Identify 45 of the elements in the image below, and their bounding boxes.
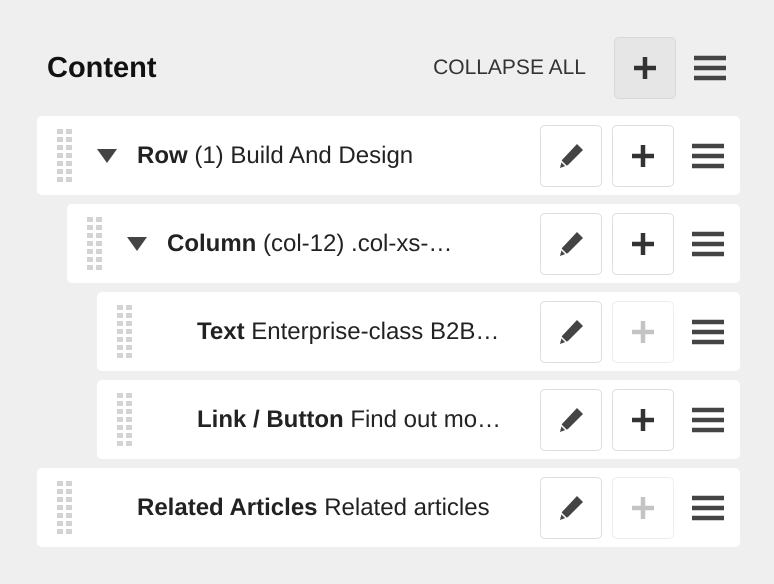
- edit-button[interactable]: [540, 300, 602, 362]
- caret-icon[interactable]: [97, 148, 117, 162]
- add-button[interactable]: [614, 37, 676, 99]
- collapse-all-link[interactable]: COLLAPSE ALL: [433, 56, 586, 80]
- edit-button[interactable]: [540, 388, 602, 450]
- menu-icon: [692, 230, 724, 256]
- edit-button[interactable]: [540, 212, 602, 274]
- drag-handle-icon[interactable]: [57, 128, 73, 184]
- item-label: Related Articles Related articles: [137, 494, 491, 522]
- pencil-icon: [557, 318, 585, 346]
- plus-icon: [630, 142, 656, 168]
- add-button[interactable]: [612, 212, 674, 274]
- tree-row[interactable]: Text Enterprise-class B2B…: [97, 292, 740, 371]
- add-button[interactable]: [612, 124, 674, 186]
- item-label: Column (col-12) .col-xs-…: [167, 230, 454, 258]
- plus-icon: [630, 494, 656, 520]
- menu-icon: [692, 318, 724, 344]
- item-label: Row (1) Build And Design: [137, 142, 414, 170]
- plus-icon: [630, 230, 656, 256]
- plus-icon: [630, 406, 656, 432]
- plus-icon: [632, 55, 658, 81]
- edit-button[interactable]: [540, 124, 602, 186]
- pencil-icon: [557, 406, 585, 434]
- drag-handle-icon[interactable]: [117, 392, 133, 448]
- menu-icon: [694, 55, 726, 81]
- edit-button[interactable]: [540, 476, 602, 538]
- drag-handle-icon[interactable]: [57, 480, 73, 536]
- add-button[interactable]: [612, 388, 674, 450]
- drag-handle-icon[interactable]: [87, 216, 103, 272]
- tree-row[interactable]: Link / Button Find out mo…: [97, 380, 740, 459]
- item-label: Link / Button Find out mo…: [197, 406, 502, 434]
- tree-row[interactable]: Related Articles Related articles: [37, 468, 740, 547]
- tree-row[interactable]: Column (col-12) .col-xs-…: [67, 204, 740, 283]
- menu-icon: [692, 406, 724, 432]
- item-label: Text Enterprise-class B2B…: [197, 318, 500, 346]
- tree-row[interactable]: Row (1) Build And Design: [37, 116, 740, 195]
- pencil-icon: [557, 494, 585, 522]
- caret-icon[interactable]: [127, 236, 147, 250]
- menu-icon: [692, 494, 724, 520]
- plus-icon: [630, 318, 656, 344]
- pencil-icon: [557, 230, 585, 258]
- drag-handle-icon[interactable]: [117, 304, 133, 360]
- panel-title: Content: [47, 52, 158, 84]
- pencil-icon: [557, 142, 585, 170]
- menu-icon: [692, 142, 724, 168]
